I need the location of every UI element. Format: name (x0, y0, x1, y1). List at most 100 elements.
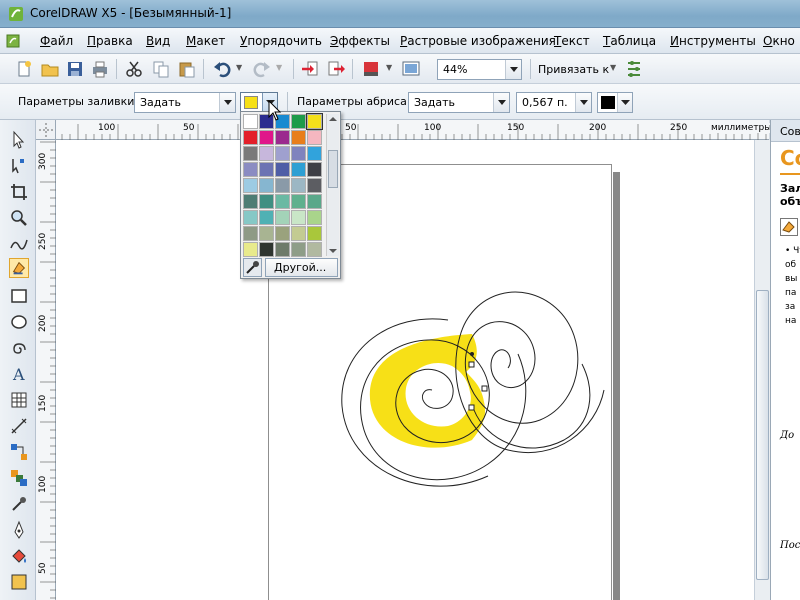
menu-table[interactable]: Таблица (603, 34, 656, 48)
open-folder-icon[interactable] (40, 59, 60, 79)
node-handle[interactable] (470, 352, 474, 356)
import-icon[interactable] (300, 59, 320, 79)
color-swatch[interactable] (243, 194, 258, 209)
options-icon[interactable] (624, 59, 644, 79)
snap-dropdown-icon[interactable]: ▼ (610, 63, 616, 72)
popup-scroll-thumb[interactable] (328, 150, 338, 188)
color-swatch[interactable] (243, 114, 258, 129)
chevron-down-icon[interactable] (219, 93, 235, 112)
color-swatch[interactable] (259, 146, 274, 161)
color-swatch[interactable] (307, 178, 322, 193)
docker-tab[interactable]: Сове (771, 120, 800, 142)
menu-layout[interactable]: Макет (186, 34, 225, 48)
color-swatch[interactable] (275, 194, 290, 209)
copy-icon[interactable] (151, 59, 171, 79)
color-swatch[interactable] (259, 178, 274, 193)
color-swatch[interactable] (243, 210, 258, 225)
color-swatch[interactable] (291, 210, 306, 225)
redo-dropdown-icon[interactable]: ▼ (276, 63, 282, 72)
dimension-tool-icon[interactable] (9, 416, 29, 436)
menu-view[interactable]: Вид (146, 34, 170, 48)
crop-tool-icon[interactable] (9, 182, 29, 202)
paste-icon[interactable] (177, 59, 197, 79)
color-swatch[interactable] (243, 130, 258, 145)
table-tool-icon[interactable] (9, 390, 29, 410)
undo-dropdown-icon[interactable]: ▼ (236, 63, 242, 72)
color-swatch[interactable] (307, 130, 322, 145)
color-swatch[interactable] (243, 146, 258, 161)
color-swatch[interactable] (275, 178, 290, 193)
color-swatch[interactable] (259, 226, 274, 241)
shape-tool-icon[interactable] (9, 156, 29, 176)
fill-tool-icon[interactable] (9, 546, 29, 566)
other-color-button[interactable]: Другой... (265, 258, 338, 277)
cut-icon[interactable] (124, 59, 144, 79)
color-swatch[interactable] (291, 242, 306, 257)
save-icon[interactable] (65, 59, 85, 79)
menu-window[interactable]: Окно (763, 34, 795, 48)
node-handle[interactable] (481, 385, 488, 392)
ruler-origin-corner[interactable] (36, 120, 56, 140)
color-swatch[interactable] (306, 113, 323, 130)
scroll-up-icon[interactable] (329, 117, 337, 121)
color-swatch[interactable] (307, 210, 322, 225)
coreldraw-app-icon[interactable] (8, 6, 24, 22)
color-swatch[interactable] (291, 114, 306, 129)
connector-tool-icon[interactable] (9, 442, 29, 462)
yellow-fill-region[interactable] (369, 334, 486, 448)
outline-pen-tool-icon[interactable] (9, 520, 29, 540)
interactive-fill-tool-icon[interactable] (9, 572, 29, 592)
color-swatch[interactable] (243, 226, 258, 241)
chevron-down-icon[interactable] (493, 93, 509, 112)
menu-edit[interactable]: Правка (87, 34, 133, 48)
menu-text[interactable]: Текст (554, 34, 590, 48)
ellipse-tool-icon[interactable] (9, 312, 29, 332)
scroll-down-icon[interactable] (329, 249, 337, 253)
color-swatch[interactable] (259, 162, 274, 177)
popup-scrollbar[interactable] (326, 114, 339, 256)
rectangle-tool-icon[interactable] (9, 286, 29, 306)
horizontal-ruler[interactable]: 100 50 0 50 100 150 200 250 миллиметры (36, 120, 772, 140)
snap-to-button[interactable]: Привязать к (538, 63, 609, 76)
menu-arrange[interactable]: Упорядочить (240, 34, 322, 48)
menu-tools[interactable]: Инструменты (670, 34, 756, 48)
smart-fill-tool-icon[interactable] (9, 258, 29, 278)
color-swatch[interactable] (259, 210, 274, 225)
color-swatch[interactable] (243, 242, 258, 257)
color-swatch[interactable] (307, 194, 322, 209)
color-swatch[interactable] (307, 162, 322, 177)
undo-icon[interactable] (212, 59, 232, 79)
node-handle[interactable] (468, 404, 475, 411)
zoom-combo[interactable]: 44% (437, 59, 522, 80)
print-icon[interactable] (90, 59, 110, 79)
eyedropper-button[interactable] (243, 258, 262, 277)
vertical-scrollbar[interactable] (754, 140, 770, 600)
chevron-down-icon[interactable] (505, 60, 521, 79)
menu-bitmaps[interactable]: Растровые изображения (400, 34, 556, 48)
launcher-dropdown-icon[interactable]: ▼ (386, 63, 392, 72)
welcome-screen-icon[interactable] (401, 59, 421, 79)
pick-tool-icon[interactable] (9, 130, 29, 150)
color-swatch[interactable] (275, 226, 290, 241)
color-swatch[interactable] (259, 242, 274, 257)
eyedropper-tool-icon[interactable] (9, 494, 29, 514)
blend-tool-icon[interactable] (9, 468, 29, 488)
menu-file[interactable]: Файл (40, 34, 73, 48)
basic-shapes-tool-icon[interactable]: A (9, 364, 29, 384)
color-swatch[interactable] (243, 162, 258, 177)
color-swatch[interactable] (275, 210, 290, 225)
menu-effects[interactable]: Эффекты (330, 34, 390, 48)
color-swatch[interactable] (291, 226, 306, 241)
color-swatch[interactable] (307, 242, 322, 257)
spiral-tool-icon[interactable] (9, 338, 29, 358)
scrollbar-thumb[interactable] (756, 290, 769, 580)
application-launcher-icon[interactable] (361, 59, 381, 79)
outline-color-picker[interactable] (597, 92, 633, 113)
color-swatch[interactable] (275, 242, 290, 257)
color-swatch[interactable] (291, 194, 306, 209)
fill-type-combo[interactable]: Задать (134, 92, 236, 113)
chevron-down-icon[interactable] (617, 93, 632, 112)
color-swatch[interactable] (291, 178, 306, 193)
color-swatch[interactable] (259, 194, 274, 209)
chevron-down-icon[interactable] (575, 93, 591, 112)
